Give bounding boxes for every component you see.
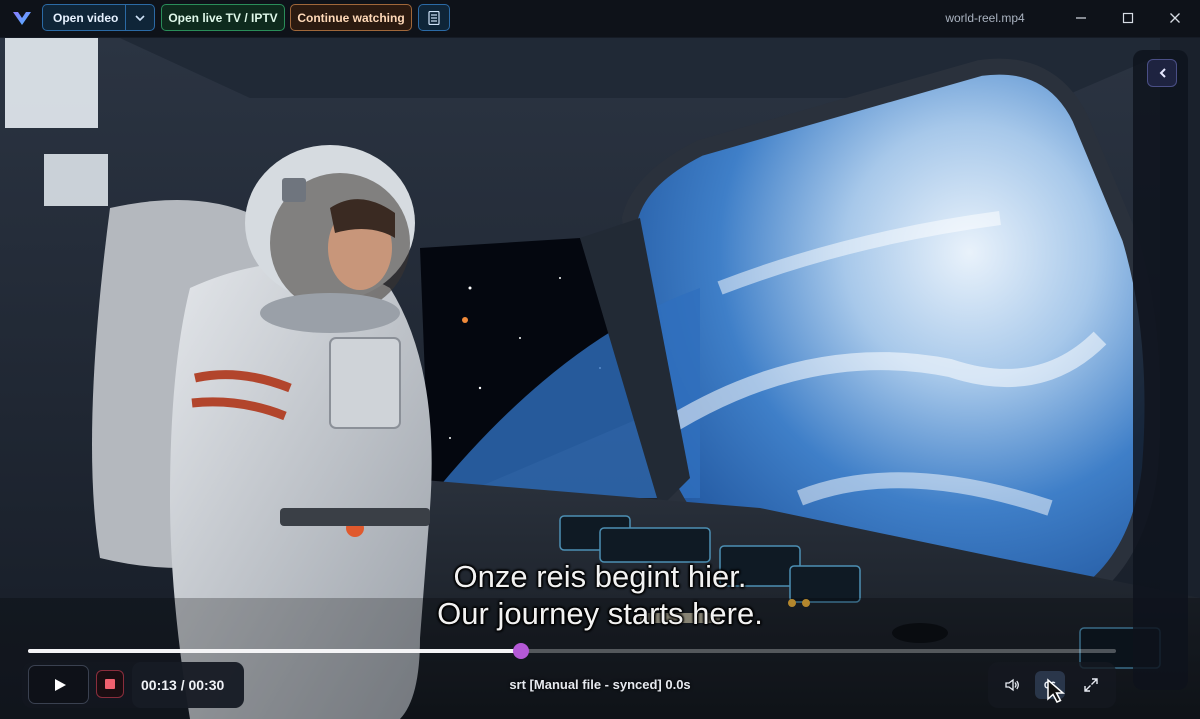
close-icon: [1170, 13, 1180, 23]
play-button[interactable]: [28, 665, 89, 704]
chevron-left-icon: [1159, 68, 1166, 78]
time-text: 00:13 / 00:30: [141, 677, 225, 693]
chevron-down-icon[interactable]: [133, 11, 147, 25]
close-button[interactable]: [1160, 5, 1190, 32]
maximize-button[interactable]: [1113, 5, 1143, 32]
seek-bar-played: [28, 649, 521, 653]
window-title: world-reel.mp4: [945, 11, 1025, 25]
open-video-label: Open video: [53, 11, 119, 25]
side-panel: [1133, 50, 1188, 690]
document-menu-icon: [428, 11, 440, 25]
subtitle-overlay: Onze reis begint hier. Our journey start…: [300, 558, 900, 632]
play-icon: [55, 679, 66, 691]
split-divider: [125, 5, 126, 30]
minimize-button[interactable]: [1066, 5, 1096, 32]
panel-toggle-button[interactable]: [1147, 59, 1177, 87]
title-bar: Open video Open live TV / IPTV Continue …: [0, 0, 1200, 38]
mouse-cursor: [1047, 678, 1066, 703]
app-logo-icon: [13, 12, 31, 25]
menu-button[interactable]: [418, 4, 450, 31]
seek-bar[interactable]: [28, 643, 1116, 659]
continue-watching-button[interactable]: Continue watching: [290, 4, 412, 31]
maximize-icon: [1122, 12, 1134, 24]
minimize-icon: [1076, 17, 1086, 19]
seek-handle[interactable]: [512, 643, 529, 659]
time-display: 00:13 / 00:30: [132, 662, 244, 708]
stop-button[interactable]: [96, 670, 124, 698]
subtitle-line-secondary: Our journey starts here.: [437, 596, 763, 631]
open-video-button[interactable]: Open video: [42, 4, 155, 31]
volume-button[interactable]: [997, 671, 1027, 699]
fullscreen-icon: [1084, 678, 1098, 692]
subtitle-track-info: srt [Manual file - synced] 0.0s: [509, 677, 691, 692]
video-player[interactable]: Onze reis begint hier. Our journey start…: [0, 38, 1200, 719]
fullscreen-button[interactable]: [1076, 671, 1106, 699]
volume-icon: [1005, 678, 1019, 692]
subtitle-line-primary: Onze reis begint hier.: [453, 559, 747, 594]
open-live-tv-button[interactable]: Open live TV / IPTV: [161, 4, 285, 31]
stop-icon: [105, 679, 115, 689]
